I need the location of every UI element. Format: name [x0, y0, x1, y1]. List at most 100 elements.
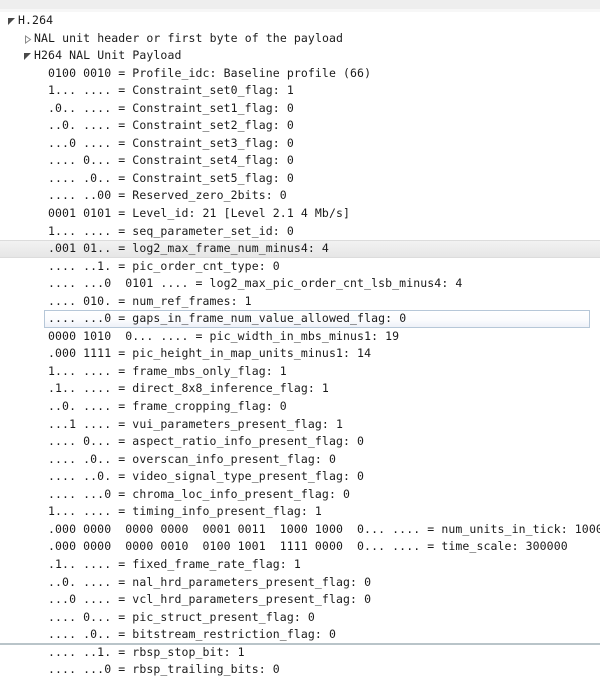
- tree-field-text: = frame_mbs_only_flag: 1: [118, 363, 287, 378]
- tree-field-row[interactable]: 0100 0010 = Profile_idc: Baseline profil…: [0, 65, 600, 83]
- tree-field-bits: 0001 0101: [48, 206, 119, 221]
- tree-field-text: = vcl_hrd_parameters_present_flag: 0: [118, 592, 372, 607]
- tree-node-child-0[interactable]: NAL unit header or first byte of the pay…: [0, 30, 600, 48]
- tree-field-text: = video_signal_type_present_flag: 0: [118, 469, 365, 484]
- tree-field-bits: .... ...0 0101 ....: [48, 276, 196, 291]
- tree-field-text: = num_ref_frames: 1: [118, 293, 252, 308]
- tree-field-row[interactable]: 1... .... = timing_info_present_flag: 1: [0, 503, 600, 521]
- tree-field-row[interactable]: .... 0... = Constraint_set4_flag: 0: [0, 152, 600, 170]
- tree-field-text: = overscan_info_present_flag: 0: [118, 451, 336, 466]
- tree-field-text: = Constraint_set3_flag: 0: [118, 135, 294, 150]
- tree-field-row[interactable]: 0000 1010 0... .... = pic_width_in_mbs_m…: [0, 328, 600, 346]
- tree-field-text: = time_scale: 300000: [427, 539, 568, 554]
- tree-field-bits: .... ...0: [48, 662, 119, 677]
- tree-field-row[interactable]: .000 0000 0000 0010 0100 1001 1111 0000 …: [0, 538, 600, 556]
- tree-field-bits: .000 1111: [48, 346, 119, 361]
- tree-field-row[interactable]: .001 01.. = log2_max_frame_num_minus4: 4: [0, 240, 600, 258]
- tree-field-row[interactable]: .... 010. = num_ref_frames: 1: [0, 293, 600, 311]
- tree-field-row[interactable]: .1.. .... = direct_8x8_inference_flag: 1: [0, 380, 600, 398]
- protocol-tree[interactable]: H.264 NAL unit header or first byte of th…: [0, 12, 600, 679]
- tree-field-row[interactable]: 1... .... = frame_mbs_only_flag: 1: [0, 363, 600, 381]
- tree-field-row[interactable]: ..0. .... = nal_hrd_parameters_present_f…: [0, 574, 600, 592]
- tree-field-bits: .... 0...: [48, 609, 119, 624]
- tree-field-text: = timing_info_present_flag: 1: [118, 504, 322, 519]
- tree-node-child-1[interactable]: H264 NAL Unit Payload: [0, 47, 600, 65]
- tree-field-text: = Constraint_set1_flag: 0: [118, 100, 294, 115]
- tree-field-text: = Level_id: 21 [Level 2.1 4 Mb/s]: [118, 206, 351, 221]
- tree-field-bits: 0100 0010: [48, 65, 119, 80]
- tree-field-text: = pic_struct_present_flag: 0: [118, 609, 315, 624]
- tree-field-text: = fixed_frame_rate_flag: 1: [118, 556, 301, 571]
- tree-field-row[interactable]: 0001 0101 = Level_id: 21 [Level 2.1 4 Mb…: [0, 205, 600, 223]
- tree-field-row[interactable]: .... .0.. = Constraint_set5_flag: 0: [0, 170, 600, 188]
- tree-field-text: = Constraint_set0_flag: 1: [118, 83, 294, 98]
- protocol-detail-pane: H.264 NAL unit header or first byte of th…: [0, 0, 600, 676]
- tree-field-bits: .... 0...: [48, 153, 119, 168]
- tree-field-row[interactable]: 1... .... = seq_parameter_set_id: 0: [0, 223, 600, 241]
- tree-field-row[interactable]: .... ...0 = chroma_loc_info_present_flag…: [0, 486, 600, 504]
- tree-field-row[interactable]: .... ...0 = gaps_in_frame_num_value_allo…: [0, 310, 600, 328]
- tree-field-row[interactable]: .... ..1. = rbsp_stop_bit: 1: [0, 644, 600, 662]
- tree-field-text: = Constraint_set2_flag: 0: [118, 118, 294, 133]
- tree-field-text: = bitstream_restriction_flag: 0: [118, 627, 336, 642]
- tree-field-bits: .... ..00: [48, 188, 119, 203]
- tree-field-bits: .... .0..: [48, 627, 119, 642]
- tree-field-bits: 1... ....: [48, 83, 119, 98]
- tree-node-root[interactable]: H.264: [0, 12, 600, 30]
- tree-field-row[interactable]: .... .0.. = overscan_info_present_flag: …: [0, 451, 600, 469]
- tree-field-bits: ...0 ....: [48, 135, 119, 150]
- tree-field-row[interactable]: .000 1111 = pic_height_in_map_units_minu…: [0, 345, 600, 363]
- tree-field-row[interactable]: ..0. .... = Constraint_set2_flag: 0: [0, 117, 600, 135]
- tree-field-row[interactable]: .... 0... = pic_struct_present_flag: 0: [0, 609, 600, 627]
- tree-field-row[interactable]: .... ...0 0101 .... = log2_max_pic_order…: [0, 275, 600, 293]
- tree-field-row[interactable]: .... 0... = aspect_ratio_info_present_fl…: [0, 433, 600, 451]
- tree-field-row[interactable]: ...0 .... = vcl_hrd_parameters_present_f…: [0, 591, 600, 609]
- tree-field-row[interactable]: .0.. .... = Constraint_set1_flag: 0: [0, 100, 600, 118]
- tree-field-row[interactable]: 1... .... = Constraint_set0_flag: 1: [0, 82, 600, 100]
- tree-field-bits: .0.. ....: [48, 100, 119, 115]
- tree-field-row[interactable]: .1.. .... = fixed_frame_rate_flag: 1: [0, 556, 600, 574]
- tree-field-text: = Constraint_set5_flag: 0: [118, 170, 294, 185]
- tree-field-bits: 1... ....: [48, 504, 119, 519]
- tree-field-row[interactable]: ...0 .... = Constraint_set3_flag: 0: [0, 135, 600, 153]
- tree-field-text: = Reserved_zero_2bits: 0: [118, 188, 287, 203]
- tree-field-bits: .... ...0: [48, 311, 119, 326]
- tree-field-row[interactable]: .... ..0. = video_signal_type_present_fl…: [0, 468, 600, 486]
- tree-field-text: = vui_parameters_present_flag: 1: [118, 416, 344, 431]
- tree-field-bits: .... ..0.: [48, 469, 119, 484]
- tree-field-bits: .... 0...: [48, 434, 119, 449]
- tree-field-bits: ..0. ....: [48, 118, 119, 133]
- tree-field-text: = log2_max_frame_num_minus4: 4: [118, 241, 329, 256]
- tree-field-row[interactable]: .... .0.. = bitstream_restriction_flag: …: [0, 626, 600, 644]
- tree-field-text: = pic_width_in_mbs_minus1: 19: [195, 328, 400, 343]
- triangle-expanded-icon[interactable]: [23, 47, 34, 61]
- tree-field-bits: .1.. ....: [48, 381, 119, 396]
- tree-field-text: = gaps_in_frame_num_value_allowed_flag: …: [118, 311, 407, 326]
- tree-field-text: = Constraint_set4_flag: 0: [118, 153, 294, 168]
- tree-field-text: = seq_parameter_set_id: 0: [118, 223, 294, 238]
- tree-field-row[interactable]: .... ..00 = Reserved_zero_2bits: 0: [0, 187, 600, 205]
- triangle-collapsed-icon[interactable]: [23, 30, 34, 44]
- tree-field-bits: .... .0..: [48, 170, 119, 185]
- tree-field-text: = aspect_ratio_info_present_flag: 0: [118, 434, 365, 449]
- tree-field-row[interactable]: ..0. .... = frame_cropping_flag: 0: [0, 398, 600, 416]
- tree-field-text: = pic_height_in_map_units_minus1: 14: [118, 346, 372, 361]
- tree-field-text: = num_units_in_tick: 10000: [427, 521, 600, 536]
- tree-field-text: = Profile_idc: Baseline profile (66): [118, 65, 372, 80]
- tree-field-bits: 0000 1010 0... ....: [48, 328, 196, 343]
- tree-field-text: = rbsp_stop_bit: 1: [118, 644, 245, 659]
- tree-field-row[interactable]: .... ...0 = rbsp_trailing_bits: 0: [0, 661, 600, 679]
- tree-field-bits: 1... ....: [48, 223, 119, 238]
- tree-field-bits: ..0. ....: [48, 574, 119, 589]
- tree-node-child-label: NAL unit header or first byte of the pay…: [34, 30, 344, 45]
- tree-field-text: = chroma_loc_info_present_flag: 0: [118, 486, 351, 501]
- triangle-expanded-icon[interactable]: [7, 12, 18, 26]
- tree-field-row[interactable]: .000 0000 0000 0000 0001 0011 1000 1000 …: [0, 521, 600, 539]
- tree-field-row[interactable]: ...1 .... = vui_parameters_present_flag:…: [0, 416, 600, 434]
- tree-field-bits: .... 010.: [48, 293, 119, 308]
- tree-field-row[interactable]: .... ..1. = pic_order_cnt_type: 0: [0, 258, 600, 276]
- tree-field-bits: .... ..1.: [48, 644, 119, 659]
- tree-field-bits: .... ...0: [48, 486, 119, 501]
- tree-node-child-label: H264 NAL Unit Payload: [34, 48, 182, 63]
- tree-field-bits: .1.. ....: [48, 556, 119, 571]
